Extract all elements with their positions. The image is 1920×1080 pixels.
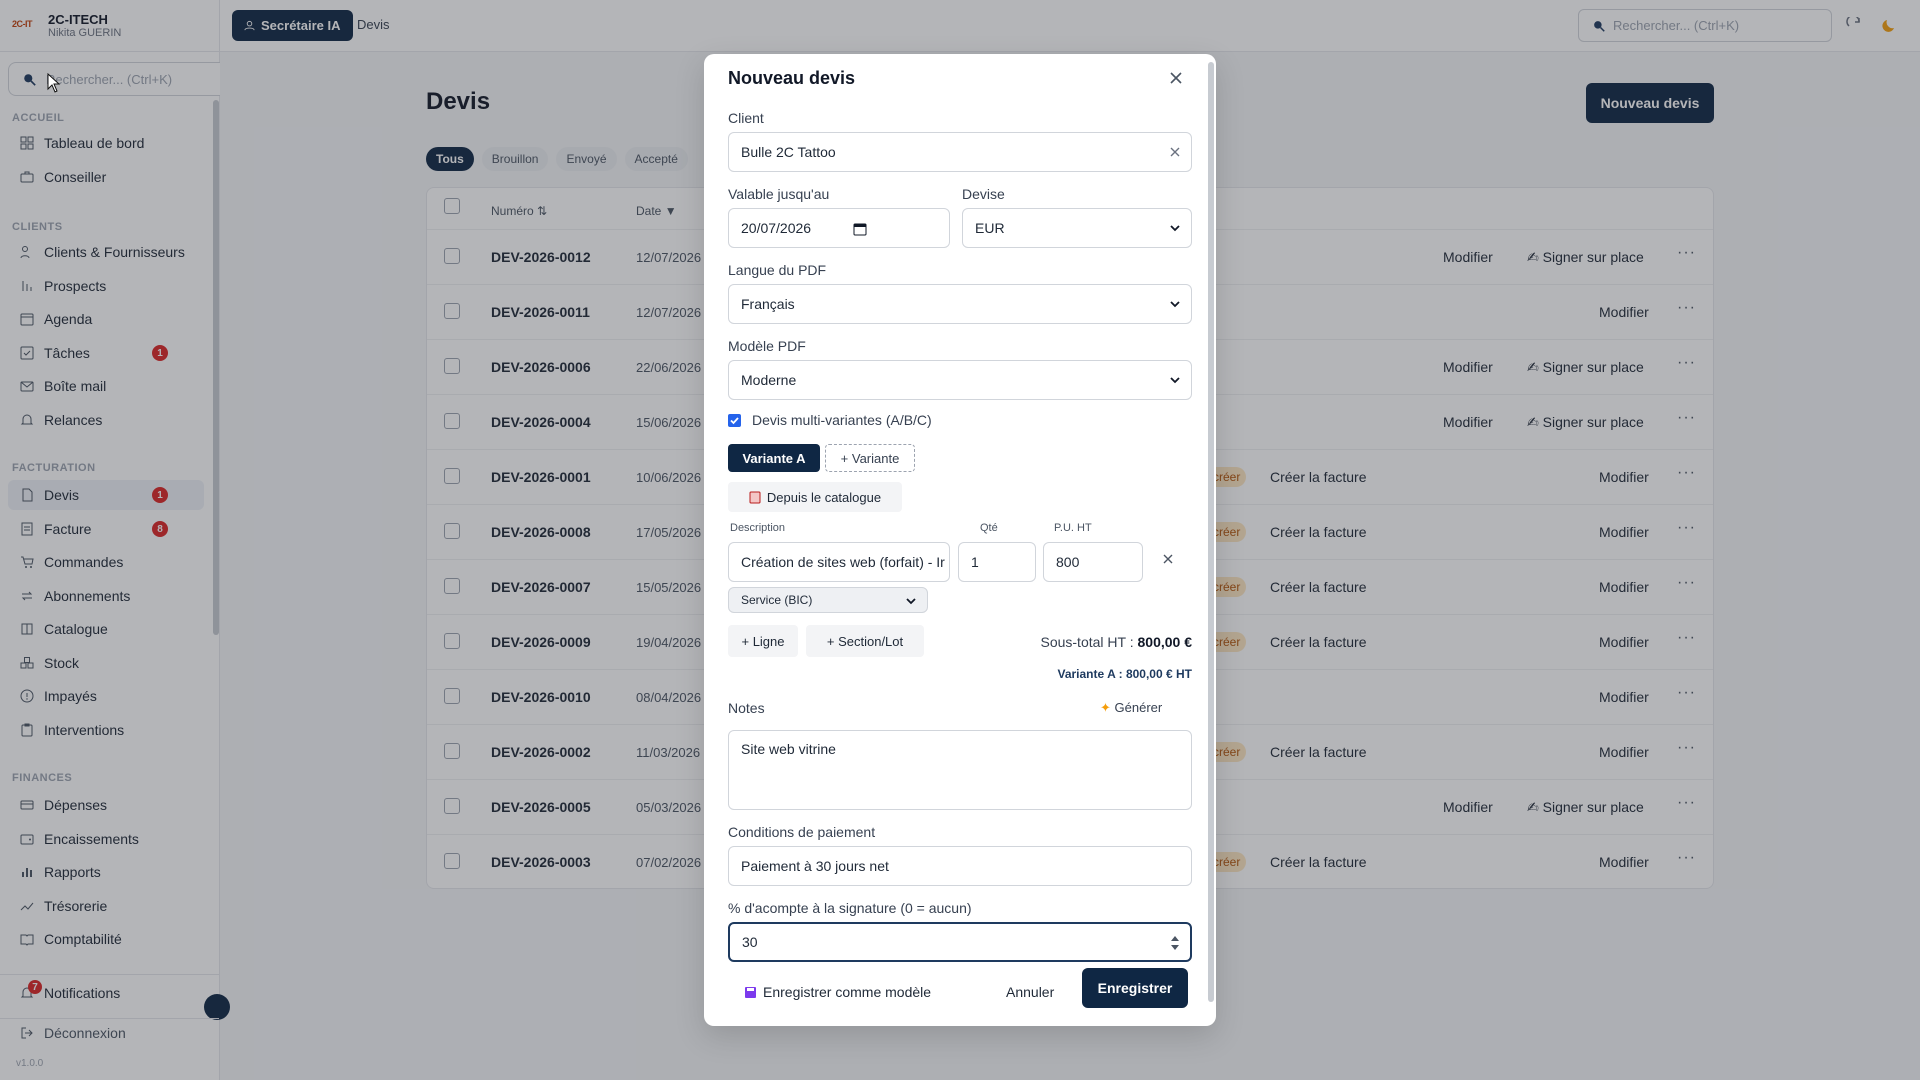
multi-variant-label: Devis multi-variantes (A/B/C)	[752, 412, 932, 428]
client-label: Client	[728, 110, 764, 126]
notes-label: Notes	[728, 700, 765, 716]
unit-price-column-label: P.U. HT	[1054, 522, 1092, 534]
pdf-language-select[interactable]: Français	[728, 284, 1192, 324]
line-unit-price-input[interactable]: 800	[1043, 542, 1143, 582]
line-type-value: Service (BIC)	[741, 593, 813, 607]
close-icon[interactable]	[1166, 68, 1186, 88]
payment-terms-input[interactable]: Paiement à 30 jours net	[728, 846, 1192, 886]
line-description-input[interactable]: Création de sites web (forfait) - Ir	[728, 542, 950, 582]
line-type-select[interactable]: Service (BIC)	[728, 587, 928, 613]
line-quantity-input[interactable]: 1	[958, 542, 1036, 582]
description-column-label: Description	[730, 522, 786, 534]
checkmark-icon	[730, 417, 739, 425]
clipboard-icon	[749, 491, 761, 503]
subtotal-value: 800,00 €	[1137, 634, 1193, 650]
save-as-template-label: Enregistrer comme modèle	[763, 984, 932, 1000]
mouse-cursor-icon	[47, 73, 61, 93]
modal-scrollbar[interactable]	[1208, 62, 1214, 1002]
quantity-column-label: Qté	[980, 522, 998, 534]
variant-total: Variante A : 800,00 € HT	[1057, 667, 1192, 681]
catalog-label: Depuis le catalogue	[766, 489, 882, 505]
deposit-label: % d'acompte à la signature (0 = aucun)	[728, 900, 972, 916]
stepper-icon[interactable]	[1170, 934, 1180, 952]
multi-variant-checkbox[interactable]	[728, 414, 741, 427]
currency-select[interactable]: EUR	[962, 208, 1192, 248]
line-unit-price-value: 800	[1056, 554, 1080, 570]
new-quote-modal: Nouveau devis Client Bulle 2C Tattoo Val…	[704, 54, 1216, 1026]
catalog-button[interactable]: Depuis le catalogue	[728, 482, 902, 512]
generate-button[interactable]: ✦ Générer	[1100, 700, 1162, 716]
line-quantity-value: 1	[971, 554, 979, 570]
deposit-percent-input[interactable]: 30	[728, 922, 1192, 962]
save-button[interactable]: Enregistrer	[1082, 968, 1188, 1008]
client-field[interactable]: Bulle 2C Tattoo	[728, 132, 1192, 172]
generate-label: Générer	[1114, 700, 1163, 715]
modal-title: Nouveau devis	[728, 68, 856, 88]
remove-line-icon[interactable]	[1161, 552, 1175, 566]
valid-until-date-input[interactable]: 20/07/2026	[728, 208, 950, 248]
calendar-icon[interactable]	[853, 222, 867, 236]
payment-terms-value: Paiement à 30 jours net	[741, 858, 889, 874]
valid-until-value: 20/07/2026	[741, 220, 812, 236]
cancel-button[interactable]: Annuler	[1006, 984, 1054, 1000]
currency-value: EUR	[975, 220, 1005, 236]
pdf-model-label: Modèle PDF	[728, 338, 806, 354]
deposit-value: 30	[742, 934, 758, 950]
add-line-button[interactable]: + Ligne	[728, 625, 798, 657]
subtotal: Sous-total HT : 800,00 €	[1022, 634, 1192, 650]
save-as-template-button[interactable]: Enregistrer comme modèle	[744, 984, 931, 1000]
chevron-down-icon	[1170, 225, 1180, 232]
chevron-down-icon	[1170, 377, 1180, 384]
chevron-down-icon	[906, 598, 916, 605]
subtotal-label: Sous-total HT :	[1040, 634, 1134, 650]
clear-icon[interactable]	[1169, 146, 1181, 158]
pdf-language-label: Langue du PDF	[728, 262, 827, 278]
variant-a-tab[interactable]: Variante A	[728, 444, 820, 472]
pdf-model-select[interactable]: Moderne	[728, 360, 1192, 400]
pdf-model-value: Moderne	[741, 372, 797, 388]
floppy-disk-icon	[745, 986, 756, 998]
payment-terms-label: Conditions de paiement	[728, 824, 876, 840]
line-description-value: Création de sites web (forfait) - Ir	[741, 554, 945, 570]
sparkle-icon: ✦	[1100, 700, 1111, 715]
valid-until-label: Valable jusqu'au	[728, 186, 830, 202]
notes-value: Site web vitrine	[741, 741, 836, 757]
add-section-button[interactable]: + Section/Lot	[806, 625, 924, 657]
notes-textarea[interactable]: Site web vitrine	[728, 730, 1192, 810]
client-value: Bulle 2C Tattoo	[741, 144, 836, 160]
add-variant-button[interactable]: + Variante	[825, 444, 915, 472]
currency-label: Devise	[962, 186, 1005, 202]
pdf-language-value: Français	[741, 296, 795, 312]
chevron-down-icon	[1170, 301, 1180, 308]
